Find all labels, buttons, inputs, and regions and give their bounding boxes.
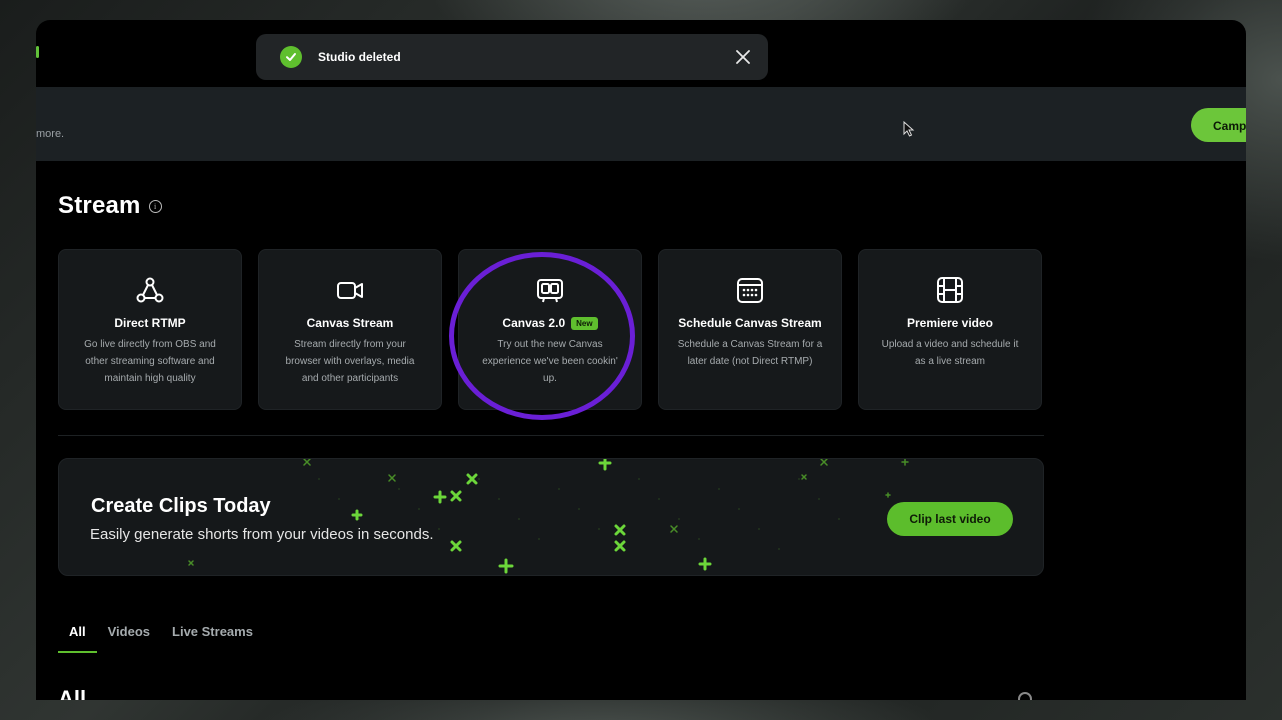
card-canvas-stream[interactable]: Canvas Stream Stream directly from your …	[258, 249, 442, 410]
video-camera-icon	[334, 274, 366, 306]
info-icon[interactable]: i	[148, 199, 162, 213]
card-description: Schedule a Canvas Stream for a later dat…	[677, 339, 823, 367]
card-description: Try out the new Canvas experience we've …	[482, 339, 618, 384]
stream-options: Direct RTMP Go live directly from OBS an…	[58, 249, 1042, 410]
card-schedule-canvas-stream[interactable]: Schedule Canvas Stream Schedule a Canvas…	[658, 249, 842, 410]
sidebar-edge-indicator	[36, 46, 39, 58]
app-window: more. Camp Studio deleted Stream i Direc…	[36, 20, 1246, 700]
search-icon[interactable]	[1018, 692, 1032, 700]
stream-header: Stream i	[58, 192, 162, 220]
tab-live-streams[interactable]: Live Streams	[161, 620, 264, 653]
content-tabs: All Videos Live Streams	[58, 620, 264, 653]
card-title: Canvas Stream	[306, 316, 394, 330]
clip-last-video-button[interactable]: Clip last video	[887, 502, 1013, 536]
section-heading: All	[58, 686, 87, 700]
new-badge: New	[571, 316, 598, 330]
card-title: Direct RTMP	[114, 316, 186, 330]
clips-title: Create Clips Today	[91, 495, 271, 517]
toast-message: Studio deleted	[318, 50, 401, 64]
tab-all[interactable]: All	[58, 620, 97, 653]
success-check-icon	[280, 46, 302, 68]
tab-videos[interactable]: Videos	[97, 620, 161, 653]
card-description: Go live directly from OBS and other stre…	[84, 339, 216, 384]
banner-text: more.	[36, 128, 65, 140]
banner-button[interactable]: Camp	[1191, 108, 1246, 142]
page-title: Stream	[58, 192, 141, 219]
card-description: Stream directly from your browser with o…	[285, 339, 415, 384]
card-title: Schedule Canvas Stream	[678, 316, 822, 330]
film-icon	[934, 274, 966, 306]
tv-icon	[534, 274, 566, 306]
toast-notification: Studio deleted	[256, 34, 768, 80]
card-premiere-video[interactable]: Premiere video Upload a video and schedu…	[858, 249, 1042, 410]
divider	[58, 435, 1044, 436]
promo-banner: more. Camp	[36, 87, 1246, 161]
clips-subtitle: Easily generate shorts from your videos …	[90, 526, 434, 543]
mouse-cursor-icon	[903, 121, 915, 137]
clips-promo-card: Create Clips Today Easily generate short…	[58, 458, 1044, 576]
card-canvas-2[interactable]: Canvas 2.0 New Try out the new Canvas ex…	[458, 249, 642, 410]
card-title: Premiere video	[906, 316, 994, 330]
card-direct-rtmp[interactable]: Direct RTMP Go live directly from OBS an…	[58, 249, 242, 410]
close-icon[interactable]	[734, 48, 752, 66]
card-description: Upload a video and schedule it as a live…	[881, 339, 1019, 367]
calendar-icon	[734, 274, 766, 306]
rtmp-nodes-icon	[134, 274, 166, 306]
card-title: Canvas 2.0	[502, 316, 566, 330]
